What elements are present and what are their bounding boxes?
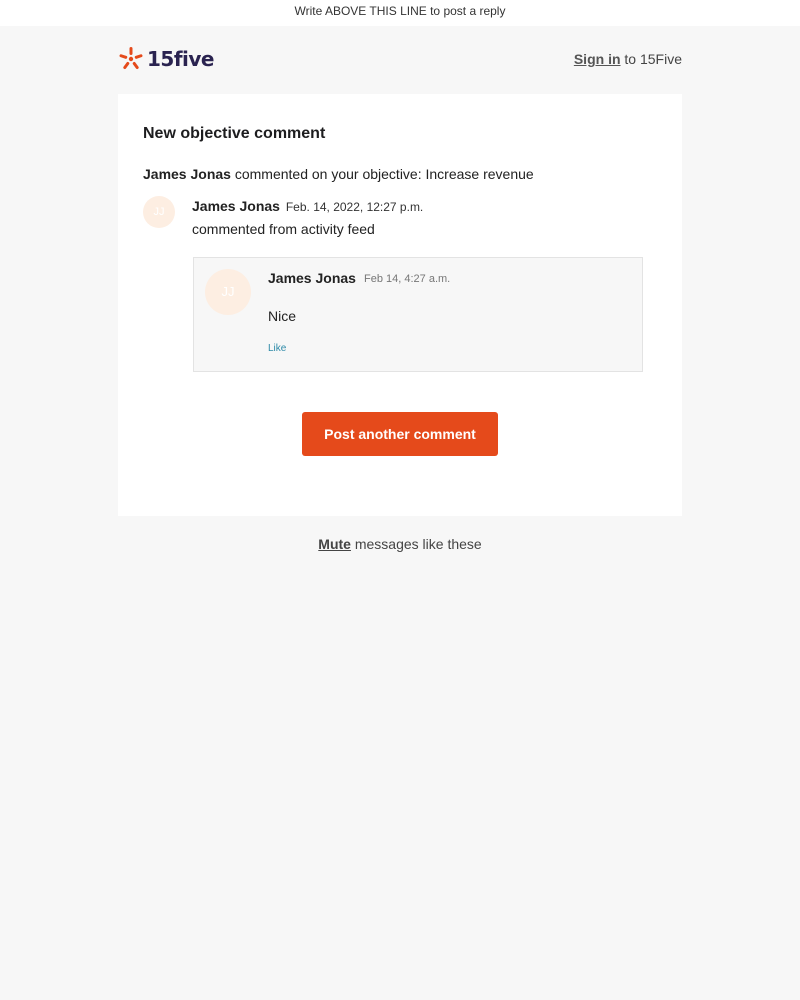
comment-text: Nice — [268, 308, 297, 324]
15five-logo[interactable]: 15five — [118, 44, 215, 74]
mute-link[interactable]: Mute — [318, 536, 351, 552]
comment-time: Feb 14, 4:27 a.m. — [364, 273, 451, 285]
logo-wordmark: 15five — [147, 47, 215, 71]
comment-timestamp: Feb. 14, 2022, 12:27 p.m. — [285, 200, 424, 214]
notification-card: New objective comment James Jonas commen… — [118, 94, 682, 516]
reply-instruction-bar: Write ABOVE THIS LINE to post a reply — [0, 0, 800, 26]
author-name: James Jonas — [192, 198, 280, 214]
comment-box: JJ James Jonas Feb 14, 4:27 a.m. Nice Li… — [193, 257, 643, 372]
author-avatar: JJ — [143, 196, 175, 228]
mute-text: messages like these — [350, 536, 482, 552]
commenter-avatar: JJ — [205, 269, 251, 315]
reply-instruction-text: Write ABOVE THIS LINE to post a reply — [294, 4, 506, 18]
sign-in-link[interactable]: Sign in — [574, 51, 621, 67]
mute-line: Mute messages like these — [0, 536, 800, 552]
commenter-name: James Jonas — [268, 270, 356, 286]
like-link[interactable]: Like — [268, 343, 286, 354]
comment-source: commented from activity feed — [192, 221, 375, 237]
email-header: 15five Sign in to 15Five — [118, 42, 682, 76]
starburst-logo-icon — [119, 47, 143, 69]
post-another-comment-button[interactable]: Post another comment — [302, 412, 498, 456]
sign-in-line: Sign in to 15Five — [574, 51, 682, 67]
sign-in-suffix: to 15Five — [620, 51, 682, 67]
notification-title: New objective comment — [143, 125, 326, 142]
author-meta-line: James Jonas Feb. 14, 2022, 12:27 p.m. — [192, 198, 423, 214]
summary-text: commented on your objective: Increase re… — [230, 166, 534, 182]
notification-summary: James Jonas commented on your objective:… — [143, 166, 534, 182]
author-avatar-initials: JJ — [153, 206, 165, 218]
summary-author: James Jonas — [143, 166, 231, 182]
commenter-avatar-initials: JJ — [221, 284, 235, 299]
